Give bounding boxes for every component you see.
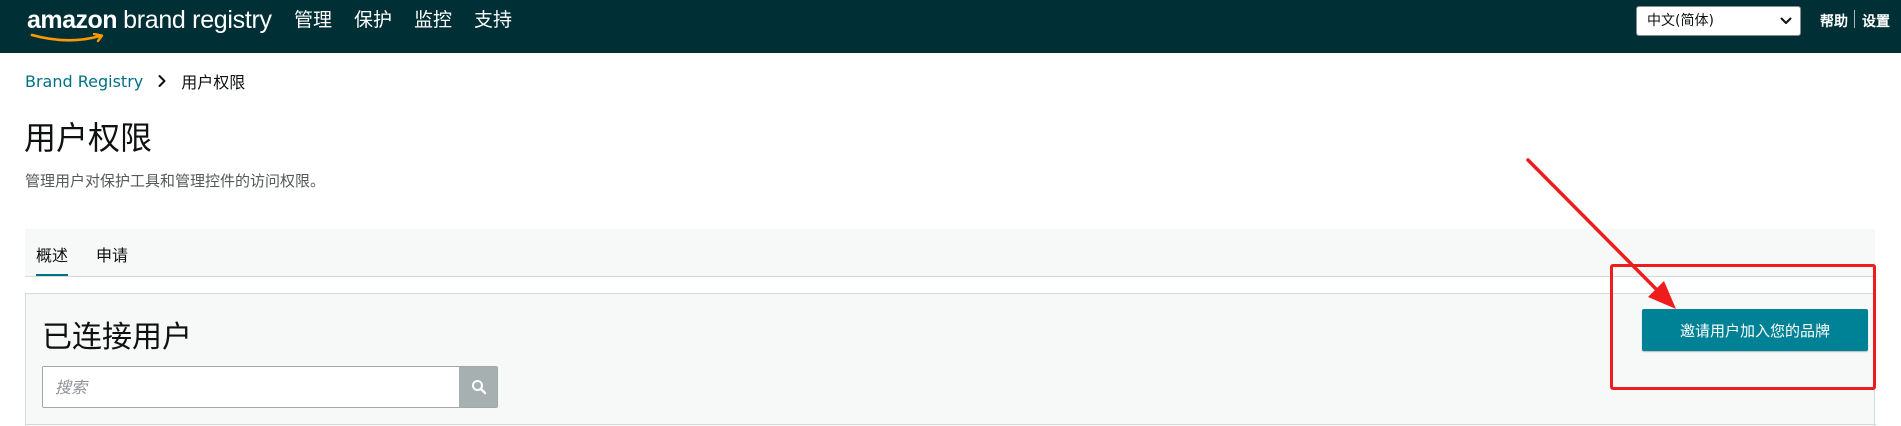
help-link[interactable]: 帮助 — [1820, 11, 1848, 31]
amazon-brand-registry-logo[interactable]: amazon brand registry — [27, 6, 272, 43]
main-nav: 管理 保护 监控 支持 — [294, 8, 512, 32]
utility-divider — [1854, 10, 1855, 28]
language-select[interactable]: 中文(简体) — [1636, 6, 1801, 36]
breadcrumb-brand-registry[interactable]: Brand Registry — [25, 72, 143, 91]
settings-link[interactable]: 设置 — [1862, 11, 1890, 31]
search-icon — [472, 380, 487, 395]
page-subtitle: 管理用户对保护工具和管理控件的访问权限。 — [25, 172, 326, 190]
page-title: 用户权限 — [24, 119, 153, 157]
nav-support[interactable]: 支持 — [474, 8, 512, 32]
chevron-down-icon — [1780, 17, 1792, 24]
nav-protect[interactable]: 保护 — [354, 8, 392, 32]
language-select-value: 中文(简体) — [1647, 13, 1714, 29]
logo-product-name: brand registry — [123, 6, 272, 34]
panel-title: 已连接用户 — [42, 320, 192, 355]
top-navigation-bar: amazon brand registry 管理 保护 监控 支持 中文(简体) … — [0, 0, 1901, 53]
panel-divider — [26, 424, 1876, 425]
logo-wordmark: amazon — [27, 6, 118, 34]
tab-overview[interactable]: 概述 — [36, 242, 69, 276]
invite-user-button[interactable]: 邀请用户加入您的品牌 — [1642, 309, 1868, 351]
tab-bar: 概述 申请 — [25, 229, 1875, 277]
breadcrumb: Brand Registry 用户权限 — [25, 69, 245, 93]
tab-requests[interactable]: 申请 — [96, 242, 128, 274]
connected-users-panel: 已连接用户 — [25, 293, 1876, 426]
search-button[interactable] — [459, 367, 497, 407]
nav-manage[interactable]: 管理 — [294, 8, 332, 32]
search-box — [42, 366, 498, 408]
nav-monitor[interactable]: 监控 — [414, 8, 452, 32]
chevron-right-icon — [157, 74, 167, 88]
search-input[interactable] — [43, 367, 459, 407]
amazon-smile-icon — [30, 33, 104, 43]
breadcrumb-current: 用户权限 — [181, 73, 246, 92]
